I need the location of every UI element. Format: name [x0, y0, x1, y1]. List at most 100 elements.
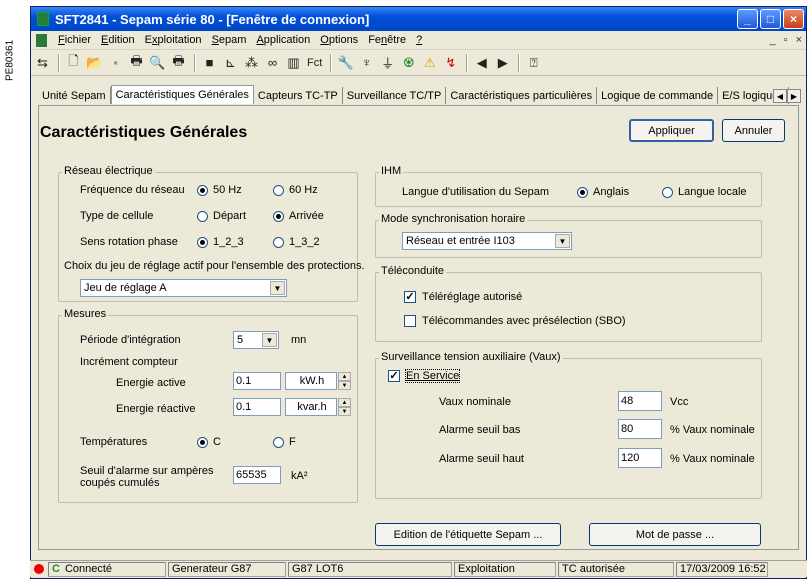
open-folder-icon[interactable]: 📂 [85, 53, 104, 72]
tab-surveillance[interactable]: Surveillance TC/TP [343, 87, 447, 104]
tab-unite-sepam[interactable]: Unité Sepam [38, 87, 111, 104]
spin-up-icon[interactable]: ▲ [338, 372, 351, 381]
temperatures-label: Températures [80, 436, 148, 448]
seuil-input[interactable]: 65535 [233, 466, 281, 484]
rot-132-radio[interactable]: 1_3_2 [273, 236, 320, 248]
lang-locale-radio[interactable]: Langue locale [662, 186, 747, 198]
tele-group-title: Téléconduite [379, 265, 446, 277]
disk-icon[interactable]: ■ [200, 53, 219, 72]
new-file-icon[interactable]: 🗋 [64, 53, 83, 72]
seuil-unit: kA² [291, 470, 308, 482]
mdi-close-button[interactable]: × [796, 34, 802, 46]
alarm-led-icon [34, 564, 44, 574]
chevron-down-icon[interactable]: ▼ [262, 333, 277, 347]
apply-button[interactable]: Appliquer [629, 119, 714, 142]
status-tc: TC autorisée [558, 561, 674, 577]
spin-down-icon[interactable]: ▼ [338, 381, 351, 390]
jeu-reglage-select[interactable]: Jeu de réglage A ▼ [80, 279, 287, 297]
tab-capteurs[interactable]: Capteurs TC-TP [254, 87, 343, 104]
temp-f-radio[interactable]: F [273, 436, 296, 448]
maximize-button[interactable]: □ [760, 9, 781, 29]
menu-exploitation[interactable]: Exploitation [140, 34, 207, 46]
save-icon[interactable]: ▪ [106, 53, 125, 72]
temp-c-radio[interactable]: C [197, 436, 221, 448]
freq-50-radio[interactable]: 50 Hz [197, 184, 242, 196]
menu-options[interactable]: Options [315, 34, 363, 46]
tab-caracteristiques-particulieres[interactable]: Caractéristiques particulières [446, 87, 598, 104]
window-title: SFT2841 - Sepam série 80 - [Fenêtre de c… [55, 11, 370, 27]
sync-group-title: Mode synchronisation horaire [379, 213, 528, 225]
logic-icon[interactable]: ∞ [263, 53, 282, 72]
edit-label-button[interactable]: Edition de l'étiquette Sepam ... [375, 523, 561, 546]
network-icon[interactable]: ⏚ [378, 53, 397, 72]
wrench-icon[interactable]: 🔧 [336, 53, 355, 72]
password-button[interactable]: Mot de passe ... [589, 523, 761, 546]
upload-icon[interactable]: ▶ [493, 53, 512, 72]
close-button[interactable]: × [783, 9, 804, 29]
rot-123-radio[interactable]: 1_2_3 [197, 236, 244, 248]
minimize-button[interactable]: _ [737, 9, 758, 29]
mdi-minimize-button[interactable]: _ [770, 34, 776, 46]
menu-application[interactable]: Application [251, 34, 315, 46]
print-preview-icon[interactable]: 🔍 [148, 53, 167, 72]
cellule-label: Type de cellule [80, 210, 154, 222]
print-icon[interactable]: 🖶 [127, 53, 146, 72]
document-icon[interactable] [36, 33, 47, 47]
menu-bar: Fichier Edition Exploitation Sepam Appli… [31, 31, 806, 50]
radio-dot [197, 236, 208, 248]
telereglage-checkbox[interactable]: ✓ Téléréglage autorisé [404, 291, 522, 303]
status-lot: G87 LOT6 [288, 561, 452, 577]
alarme-haut-label: Alarme seuil haut [439, 453, 524, 465]
checkbox-box [404, 315, 416, 327]
telecommande-sbo-checkbox[interactable]: Télécommandes avec présélection (SBO) [404, 315, 626, 327]
energie-reactive-unit: kvar.h [285, 398, 337, 416]
help-icon[interactable]: ⍰ [524, 53, 543, 72]
spin-down-icon[interactable]: ▼ [338, 407, 351, 416]
tab-scroll-left-icon[interactable]: ◀ [773, 89, 787, 103]
oscillography-icon[interactable]: ↯ [441, 53, 460, 72]
menu-sepam[interactable]: Sepam [207, 34, 252, 46]
spin-up-icon[interactable]: ▲ [338, 398, 351, 407]
chevron-down-icon[interactable]: ▼ [270, 281, 285, 295]
vaux-nominal-label: Vaux nominale [439, 396, 511, 408]
menu-fenetre[interactable]: Fenêtre [363, 34, 411, 46]
tab-caracteristiques-generales[interactable]: Caractéristiques Générales [110, 85, 254, 104]
download-icon[interactable]: ◀ [472, 53, 491, 72]
tab-logique-commande[interactable]: Logique de commande [597, 87, 719, 104]
menu-fichier[interactable]: Fichier [53, 34, 96, 46]
cell-arrivee-radio[interactable]: Arrivée [273, 210, 324, 222]
radio-dot [577, 186, 588, 198]
vaux-nominal-input[interactable]: 48 [618, 391, 662, 411]
fct-button[interactable]: Fct [305, 53, 324, 72]
energie-reactive-spinner[interactable]: ▲ ▼ [338, 398, 351, 416]
curve-icon[interactable]: ⊾ [221, 53, 240, 72]
cell-depart-radio[interactable]: Départ [197, 210, 246, 222]
menu-edition[interactable]: Edition [96, 34, 140, 46]
energie-active-input[interactable]: 0.1 [233, 372, 281, 390]
freq-60-radio[interactable]: 60 Hz [273, 184, 318, 196]
diagnosis-icon[interactable]: ♼ [399, 53, 418, 72]
matrix-icon[interactable]: ▥ [284, 53, 303, 72]
radio-dot [273, 210, 284, 222]
alarme-haut-input[interactable]: 120 [618, 448, 662, 468]
cancel-button[interactable]: Annuler [722, 119, 785, 142]
lang-anglais-radio[interactable]: Anglais [577, 186, 629, 198]
chevron-down-icon[interactable]: ▼ [555, 234, 570, 248]
connect-icon[interactable]: ⇆ [33, 53, 52, 72]
radio-dot [197, 210, 208, 222]
status-connection: C Connecté [48, 561, 166, 577]
menu-help[interactable]: ? [411, 34, 427, 46]
langue-label: Langue d'utilisation du Sepam [402, 186, 550, 198]
sync-select[interactable]: Réseau et entrée I103 ▼ [402, 232, 572, 250]
en-service-checkbox[interactable]: ✓ En Service [388, 369, 461, 383]
settings-icon[interactable]: ⁂ [242, 53, 261, 72]
periode-select[interactable]: 5 ▼ [233, 331, 279, 349]
print-setup-icon[interactable]: 🖶 [169, 53, 188, 72]
alarme-bas-input[interactable]: 80 [618, 419, 662, 439]
energie-active-spinner[interactable]: ▲ ▼ [338, 372, 351, 390]
tab-scroll-right-icon[interactable]: ▶ [787, 89, 801, 103]
antenna-icon[interactable]: ♆ [357, 53, 376, 72]
alarm-icon[interactable]: ⚠ [420, 53, 439, 72]
energie-reactive-input[interactable]: 0.1 [233, 398, 281, 416]
mdi-restore-button[interactable]: ▫ [784, 34, 788, 46]
